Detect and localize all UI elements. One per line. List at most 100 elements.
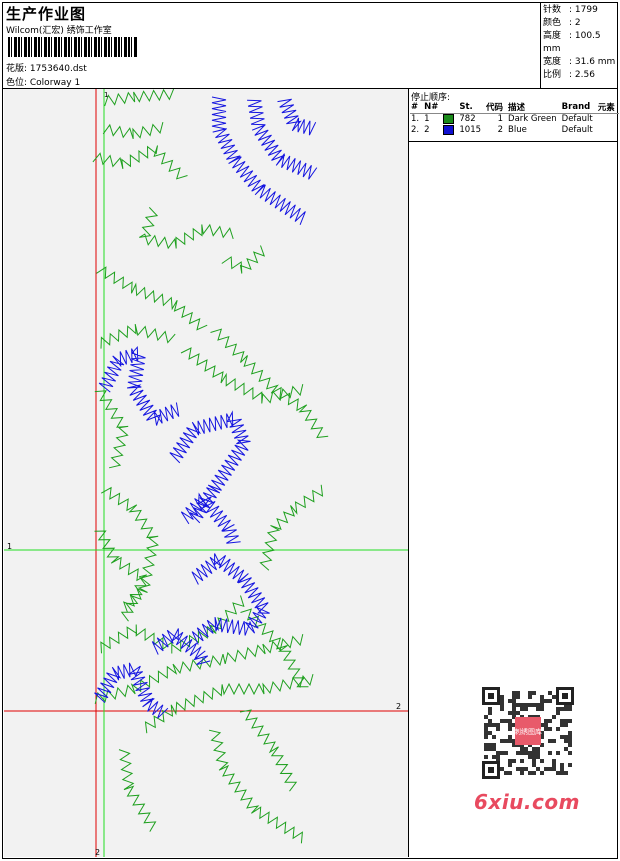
qr-module xyxy=(484,731,488,735)
barcode xyxy=(8,37,138,57)
qr-module xyxy=(560,723,564,727)
qr-module xyxy=(508,727,512,731)
qr-module xyxy=(504,739,508,743)
header-divider xyxy=(540,2,541,88)
qr-module xyxy=(508,759,512,763)
qr-module xyxy=(512,707,516,711)
blue-stitch-run xyxy=(98,345,180,426)
col-description: 描述 xyxy=(507,101,561,114)
qr-module xyxy=(492,743,496,747)
qr-module xyxy=(552,759,556,763)
qr-module xyxy=(528,703,532,707)
qr-module xyxy=(516,751,520,755)
col-index: # xyxy=(410,101,424,114)
green-stitch-run xyxy=(100,323,176,349)
qr-module xyxy=(544,699,548,703)
qr-module xyxy=(492,723,496,727)
qr-module xyxy=(548,691,552,695)
stat-stitches: 针数: 1799 xyxy=(543,5,598,15)
qr-module xyxy=(564,739,568,743)
qr-module xyxy=(492,755,496,759)
qr-module xyxy=(516,691,520,695)
blue-stitch-run xyxy=(211,96,306,225)
qr-finder-dot xyxy=(488,767,494,773)
qr-module xyxy=(500,751,504,755)
qr-module xyxy=(536,767,540,771)
qr-module xyxy=(556,711,560,715)
qr-module xyxy=(568,739,572,743)
design-file-label: 花版: 1753640.dst xyxy=(6,64,87,74)
col-element: 元素 xyxy=(596,101,619,114)
col-brand: Brand xyxy=(560,101,597,114)
qr-module xyxy=(520,771,524,775)
qr-module xyxy=(568,763,572,767)
qr-module xyxy=(556,751,560,755)
qr-module xyxy=(488,707,492,711)
qr-module xyxy=(488,719,492,723)
qr-module xyxy=(568,719,572,723)
green-stitch-run xyxy=(139,207,234,250)
page-title: 生产作业图 xyxy=(6,5,87,23)
qr-module xyxy=(544,723,548,727)
qr-module xyxy=(552,763,556,767)
qr-finder-dot xyxy=(562,693,568,699)
red-guide-label: 2 xyxy=(396,702,401,711)
qr-module xyxy=(548,767,552,771)
qr-module xyxy=(532,751,536,755)
qr-module xyxy=(544,767,548,771)
qr-module xyxy=(564,735,568,739)
design-stats: 针数: 1799 颜色: 2 高度: 100.5 mm 宽度: 31.6 mm … xyxy=(543,4,620,82)
blue-stitch-run xyxy=(94,662,169,719)
qr-module xyxy=(560,771,564,775)
qr-module xyxy=(564,719,568,723)
qr-logo-label: 刺绣图库 xyxy=(514,727,542,736)
green-stitch-run xyxy=(104,89,175,107)
qr-module xyxy=(500,719,504,723)
stat-colors: 颜色: 2 xyxy=(543,18,581,28)
qr-module xyxy=(520,747,524,751)
qr-module xyxy=(552,695,556,699)
qr-module xyxy=(536,703,540,707)
qr-module xyxy=(532,703,536,707)
qr-module xyxy=(488,723,492,727)
qr-module xyxy=(500,699,504,703)
qr-module xyxy=(520,759,524,763)
qr-module xyxy=(544,719,548,723)
qr-module xyxy=(568,743,572,747)
qr-module xyxy=(564,747,568,751)
qr-module xyxy=(496,723,500,727)
qr-module xyxy=(484,743,488,747)
qr-module xyxy=(512,703,516,707)
qr-module xyxy=(512,759,516,763)
qr-module xyxy=(568,751,572,755)
col-stitches: St. xyxy=(458,101,486,114)
qr-module xyxy=(484,755,488,759)
qr-module xyxy=(528,771,532,775)
qr-module xyxy=(532,759,536,763)
qr-module xyxy=(568,731,572,735)
qr-module xyxy=(516,703,520,707)
qr-module xyxy=(540,699,544,703)
qr-module xyxy=(508,763,512,767)
qr-module xyxy=(548,727,552,731)
qr-module xyxy=(520,703,524,707)
qr-module xyxy=(500,703,504,707)
qr-module xyxy=(484,715,488,719)
qr-module xyxy=(540,759,544,763)
qr-module xyxy=(500,739,504,743)
qr-module xyxy=(488,731,492,735)
qr-module xyxy=(516,711,520,715)
qr-module xyxy=(508,711,512,715)
qr-module xyxy=(528,691,532,695)
design-preview: 1 2 2 1 xyxy=(4,89,409,857)
qr-module xyxy=(560,767,564,771)
qr-finder-dot xyxy=(488,693,494,699)
qr-module xyxy=(552,767,556,771)
qr-module xyxy=(512,691,516,695)
green-guide-label: 1 xyxy=(7,542,12,551)
qr-module xyxy=(532,747,536,751)
watermark-logo: 6xiu.com xyxy=(474,790,580,814)
qr-module xyxy=(496,755,500,759)
qr-module xyxy=(560,735,564,739)
qr-module xyxy=(504,719,508,723)
